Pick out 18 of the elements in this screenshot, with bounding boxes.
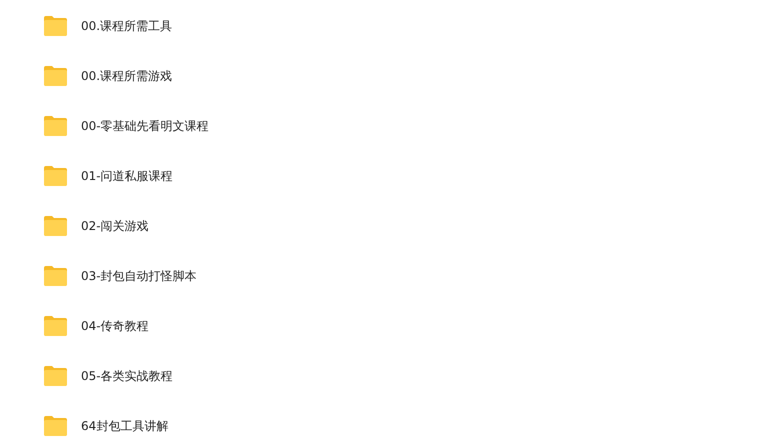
folder-icon [43, 65, 68, 87]
folder-icon [43, 115, 68, 137]
folder-name[interactable]: 04-传奇教程 [81, 318, 149, 334]
folder-name[interactable]: 00.课程所需工具 [81, 18, 172, 34]
folder-icon [43, 15, 68, 37]
folder-name[interactable]: 00-零基础先看明文课程 [81, 118, 209, 134]
folder-icon [43, 265, 68, 287]
folder-name[interactable]: 01-问道私服课程 [81, 168, 173, 184]
folder-name[interactable]: 64封包工具讲解 [81, 418, 168, 434]
folder-icon [43, 215, 68, 237]
folder-name[interactable]: 02-闯关游戏 [81, 218, 149, 234]
folder-icon [43, 365, 68, 387]
folder-icon [43, 415, 68, 437]
folder-name[interactable]: 03-封包自动打怪脚本 [81, 268, 197, 284]
folder-icon [43, 165, 68, 187]
folder-icon [43, 315, 68, 337]
folder-name[interactable]: 00.课程所需游戏 [81, 68, 172, 84]
folder-name[interactable]: 05-各类实战教程 [81, 368, 173, 384]
